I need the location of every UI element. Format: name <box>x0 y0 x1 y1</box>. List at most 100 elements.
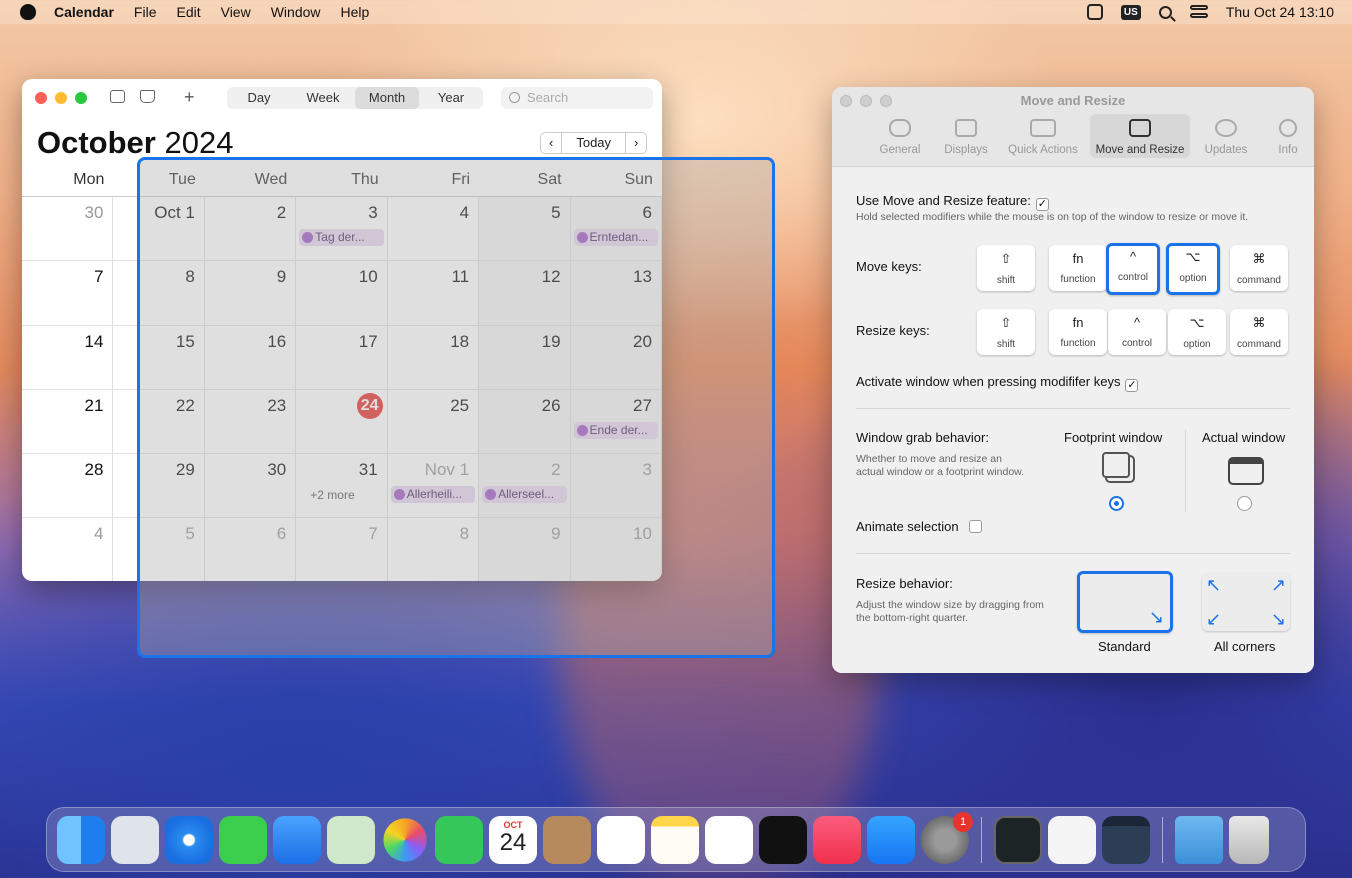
messages-icon[interactable] <box>219 815 267 864</box>
trash-icon[interactable] <box>1229 815 1269 864</box>
tab-updates[interactable]: Updates <box>1196 114 1256 158</box>
key-name: control <box>1121 338 1152 349</box>
downloads-folder-icon[interactable] <box>1175 815 1223 864</box>
command-key[interactable]: ⌘ command <box>1230 309 1288 355</box>
displays-icon <box>955 119 977 137</box>
safari-icon[interactable] <box>165 815 213 864</box>
menubar-clock[interactable]: Thu Oct 24 13:10 <box>1226 4 1334 20</box>
inbox-icon[interactable] <box>140 90 155 103</box>
music-icon[interactable] <box>813 815 861 864</box>
menu-edit[interactable]: Edit <box>176 4 200 20</box>
add-event-icon[interactable]: + <box>184 87 195 108</box>
resize-standard-option[interactable]: ↘ <box>1077 571 1173 633</box>
launchpad-icon[interactable] <box>111 815 159 864</box>
window-controls <box>35 92 87 104</box>
activate-row: Activate window when pressing modififer … <box>856 374 1139 392</box>
activate-checkbox[interactable]: ✓ <box>1125 379 1139 392</box>
actual-window-radio[interactable] <box>1237 496 1252 511</box>
app-store-icon[interactable] <box>867 815 915 864</box>
activity-monitor-icon[interactable] <box>994 815 1042 864</box>
animate-checkbox[interactable] <box>968 520 982 533</box>
day-cell[interactable]: 7 <box>22 261 114 325</box>
apple-menu-icon[interactable] <box>20 4 36 20</box>
tab-quick-actions[interactable]: Quick Actions <box>1002 114 1084 158</box>
option-key[interactable]: ⌥ option <box>1168 309 1226 355</box>
day-cell[interactable]: 30 <box>22 197 114 261</box>
grab-behavior-help: Whether to move and resize an actual win… <box>856 453 1025 478</box>
status-app-icon[interactable] <box>1086 4 1103 20</box>
day-cell[interactable]: 4 <box>22 518 114 581</box>
search-field[interactable]: Search <box>501 87 653 109</box>
shift-key[interactable]: ⇧ shift <box>977 309 1035 355</box>
menu-help[interactable]: Help <box>341 4 370 20</box>
key-symbol: fn <box>1072 251 1084 266</box>
shift-key[interactable]: ⇧ shift <box>977 245 1035 291</box>
next-month-icon[interactable]: › <box>626 133 646 153</box>
day-cell[interactable]: 28 <box>22 454 114 518</box>
calendars-list-icon[interactable] <box>110 90 125 103</box>
footprint-radio[interactable] <box>1109 496 1124 511</box>
day-number: 7 <box>93 267 104 287</box>
reminders-icon[interactable] <box>597 815 645 864</box>
finder-icon[interactable] <box>57 815 105 864</box>
move-keys-label: Move keys: <box>856 259 922 274</box>
animate-row: Animate selection <box>856 519 982 534</box>
command-key[interactable]: ⌘ command <box>1230 245 1288 291</box>
move-and-resize-app-icon[interactable] <box>1102 815 1150 864</box>
notes-icon[interactable] <box>651 815 699 864</box>
menu-view[interactable]: View <box>221 4 251 20</box>
activate-label: Activate window when pressing modififer … <box>856 374 1121 389</box>
view-week-button[interactable]: Week <box>291 87 355 109</box>
day-cell[interactable]: 21 <box>22 389 114 454</box>
view-month-button[interactable]: Month <box>355 87 419 109</box>
keyboard-icon <box>1030 119 1056 137</box>
zoom-icon[interactable] <box>75 92 87 104</box>
tab-info[interactable]: Info <box>1262 114 1314 158</box>
control-key[interactable]: ^ control <box>1108 309 1166 355</box>
resize-all-corners-option[interactable]: ↖ ↗ ↙ ↘ <box>1202 573 1290 631</box>
tab-general[interactable]: General <box>870 114 930 158</box>
system-settings-icon[interactable]: 1 <box>921 811 973 864</box>
today-button[interactable]: Today <box>561 133 627 153</box>
freeform-icon[interactable] <box>705 815 753 864</box>
menu-file[interactable]: File <box>134 4 157 20</box>
menu-bar: Calendar File Edit View Window Help US T… <box>0 0 1352 24</box>
view-year-button[interactable]: Year <box>419 87 483 109</box>
tab-displays[interactable]: Displays <box>936 114 996 158</box>
menu-window[interactable]: Window <box>271 4 321 20</box>
day-cell[interactable]: 14 <box>22 325 114 389</box>
facetime-icon[interactable] <box>435 815 483 864</box>
calendar-dock-icon[interactable]: OCT 24 <box>489 815 537 864</box>
maps-icon[interactable] <box>327 815 375 864</box>
control-center-icon[interactable] <box>1189 5 1208 19</box>
move-and-resize-window: Move and Resize General Displays Quick A… <box>832 87 1314 673</box>
previous-month-icon[interactable]: ‹ <box>541 133 561 153</box>
use-feature-checkbox[interactable]: ✓ <box>1035 198 1049 211</box>
function-key[interactable]: fn function <box>1049 309 1107 355</box>
resize-behavior-help: Adjust the window size by dragging from … <box>856 599 1044 624</box>
footprint-window-overlay <box>137 157 775 658</box>
contacts-icon[interactable] <box>543 815 591 864</box>
year-label: 2024 <box>164 125 234 160</box>
spotlight-search-icon[interactable] <box>1158 5 1172 19</box>
textedit-icon[interactable] <box>1048 815 1096 864</box>
photos-icon[interactable] <box>383 817 427 862</box>
apple-tv-icon[interactable] <box>759 815 807 864</box>
key-name: command <box>1237 275 1281 286</box>
control-key[interactable]: ^ control <box>1106 243 1160 295</box>
mail-icon[interactable] <box>273 815 321 864</box>
input-source-badge[interactable]: US <box>1120 4 1141 20</box>
animate-label: Animate selection <box>856 519 959 534</box>
key-symbol: ^ <box>1133 315 1141 330</box>
menu-app-name[interactable]: Calendar <box>54 4 114 20</box>
key-symbol: fn <box>1072 315 1084 330</box>
prefs-title: Move and Resize <box>1020 93 1126 108</box>
close-icon[interactable] <box>35 92 47 104</box>
option-key[interactable]: ⌥ option <box>1166 243 1220 295</box>
prefs-content: Use Move and Resize feature: ✓ Hold selec… <box>832 167 1314 673</box>
tab-move-and-resize[interactable]: Move and Resize <box>1090 114 1190 158</box>
grab-behavior-label: Window grab behavior: <box>856 430 989 445</box>
minimize-icon[interactable] <box>55 92 67 104</box>
view-day-button[interactable]: Day <box>227 87 291 109</box>
function-key[interactable]: fn function <box>1049 245 1107 291</box>
